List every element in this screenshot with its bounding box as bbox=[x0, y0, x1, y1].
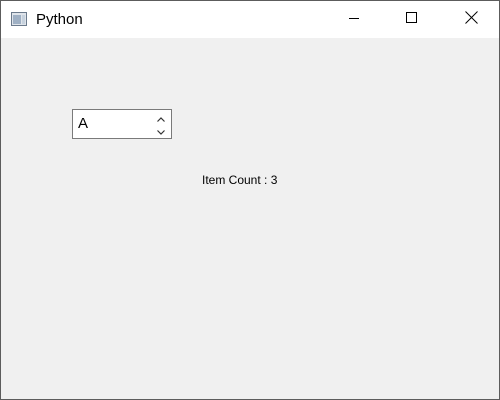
minimize-button[interactable] bbox=[331, 1, 377, 38]
spin-down-button[interactable] bbox=[152, 124, 170, 137]
item-count-label: Item Count : 3 bbox=[202, 173, 278, 187]
chevron-down-icon bbox=[157, 122, 165, 140]
window-title: Python bbox=[36, 11, 83, 28]
maximize-button[interactable] bbox=[389, 1, 435, 38]
minimize-icon bbox=[348, 11, 360, 29]
close-icon bbox=[464, 10, 478, 29]
app-window: Python A Item Count: 3 bbox=[0, 0, 500, 400]
spinbox[interactable]: A bbox=[72, 109, 172, 139]
maximize-icon bbox=[406, 11, 418, 29]
close-button[interactable] bbox=[448, 1, 494, 38]
title-bar[interactable]: Python bbox=[1, 1, 499, 38]
spinbox-value[interactable]: A bbox=[78, 114, 88, 134]
python-window-icon bbox=[11, 12, 27, 26]
spinbox-buttons bbox=[152, 111, 170, 137]
